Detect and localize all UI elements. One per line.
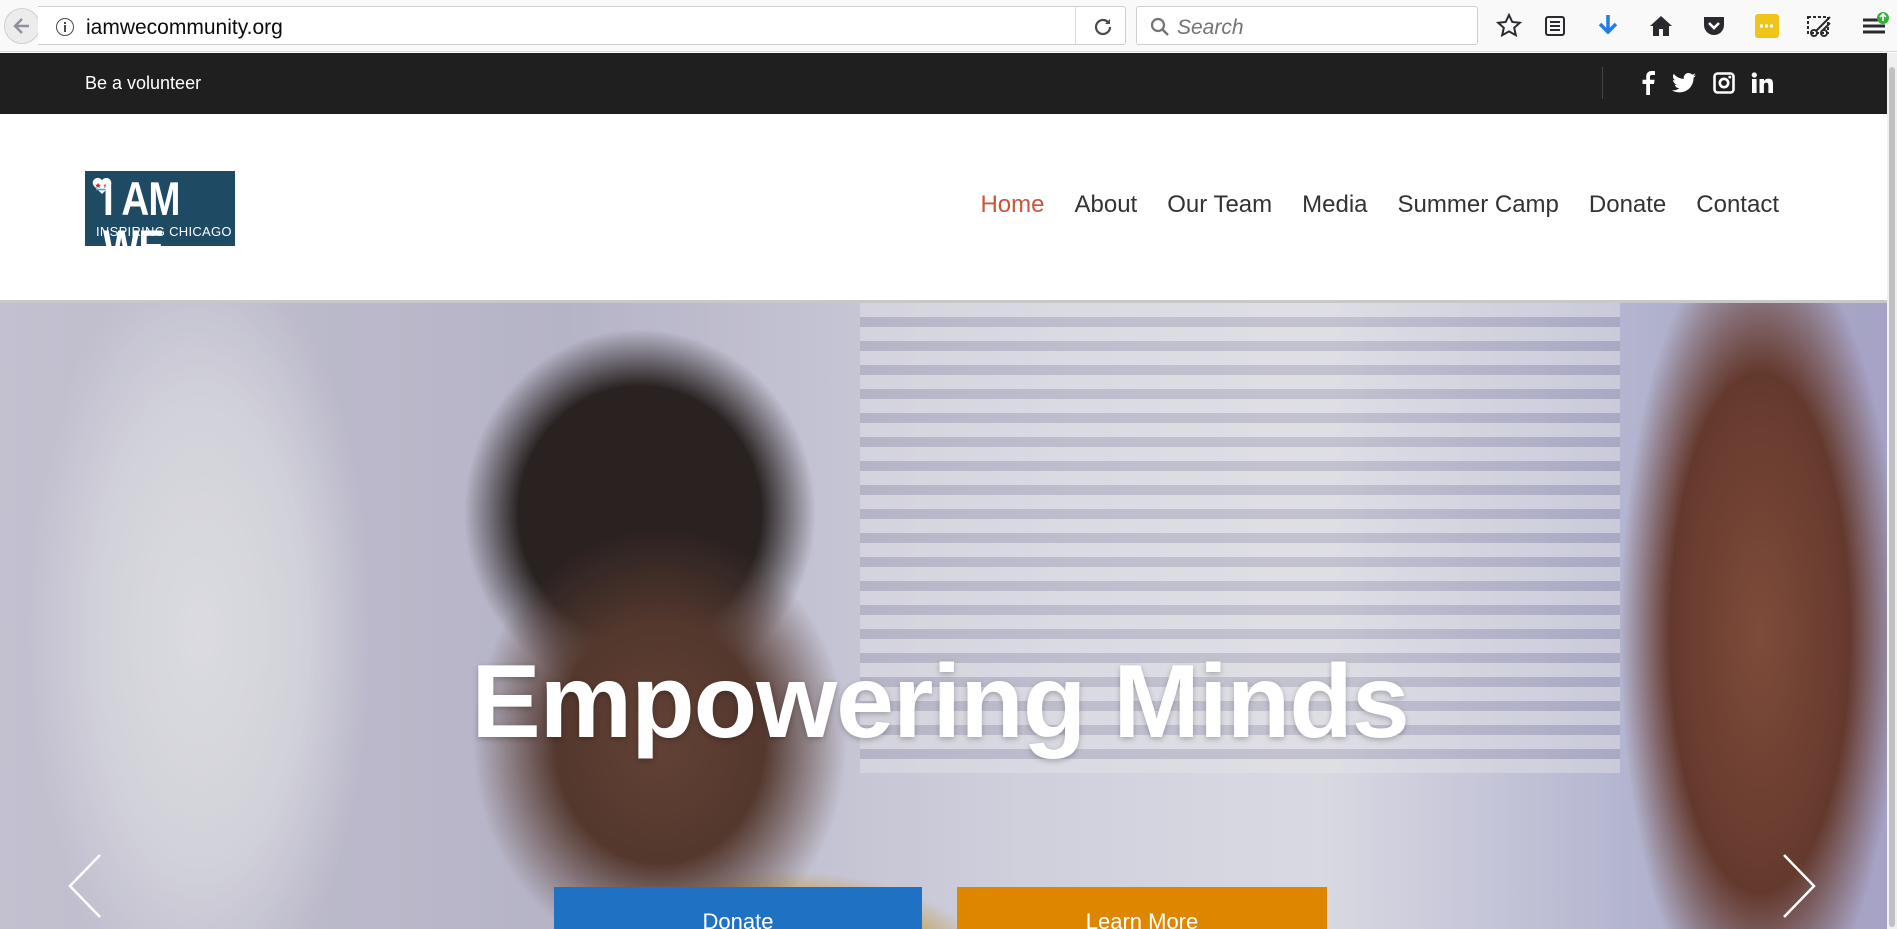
back-icon xyxy=(13,18,29,34)
screenshot-icon[interactable] xyxy=(1804,10,1836,42)
search-input[interactable]: Search xyxy=(1136,6,1478,45)
pocket-icon[interactable] xyxy=(1698,10,1730,42)
nav-item-summer-camp[interactable]: Summer Camp xyxy=(1398,191,1559,219)
site-header: I AM WE INSPIRING CHICAGO Home About Our… xyxy=(0,114,1887,303)
url-text[interactable]: iamwecommunity.org xyxy=(86,16,283,40)
topbar-divider xyxy=(1602,67,1603,99)
nav-item-media[interactable]: Media xyxy=(1302,191,1367,219)
hero-overlay xyxy=(0,303,1887,929)
logo-text: I AM WE xyxy=(103,172,180,273)
scrollbar-thumb[interactable] xyxy=(1889,67,1895,927)
hero-title: Empowering Minds xyxy=(471,644,1409,760)
instagram-icon[interactable] xyxy=(1710,69,1738,97)
hero-learn-more-button[interactable]: Learn More xyxy=(957,887,1327,929)
page-scrollbar[interactable] xyxy=(1887,53,1897,929)
back-button[interactable] xyxy=(4,8,40,44)
facebook-icon[interactable] xyxy=(1634,69,1662,97)
search-icon xyxy=(1150,17,1169,36)
url-bar[interactable]: iamwecommunity.org xyxy=(38,6,1126,45)
download-icon[interactable] xyxy=(1592,10,1624,42)
bookmark-star-icon[interactable] xyxy=(1493,10,1525,42)
top-bar: Be a volunteer xyxy=(0,53,1887,114)
linkedin-icon[interactable] xyxy=(1748,69,1776,97)
nav-item-donate[interactable]: Donate xyxy=(1589,191,1666,219)
reader-view-icon[interactable] xyxy=(1539,10,1571,42)
search-placeholder: Search xyxy=(1177,16,1244,39)
reload-icon[interactable] xyxy=(1091,15,1115,39)
hero-donate-button[interactable]: Donate xyxy=(554,887,922,929)
nav-item-home[interactable]: Home xyxy=(980,191,1044,219)
home-icon[interactable] xyxy=(1645,10,1677,42)
logo-tagline: INSPIRING CHICAGO xyxy=(96,224,232,239)
url-divider xyxy=(1075,7,1076,44)
nav-item-contact[interactable]: Contact xyxy=(1696,191,1779,219)
info-icon[interactable] xyxy=(56,18,74,36)
browser-toolbar: iamwecommunity.org Search xyxy=(0,0,1897,52)
volunteer-link[interactable]: Be a volunteer xyxy=(85,73,201,94)
nav-item-about[interactable]: About xyxy=(1074,191,1137,219)
menu-icon[interactable] xyxy=(1858,10,1890,42)
main-nav: Home About Our Team Media Summer Camp Do… xyxy=(980,191,1779,219)
slider-next-arrow-icon[interactable] xyxy=(1778,851,1818,921)
nav-item-our-team[interactable]: Our Team xyxy=(1167,191,1272,219)
extension-icon[interactable] xyxy=(1751,10,1783,42)
slider-prev-arrow-icon[interactable] xyxy=(66,851,106,921)
logo[interactable]: I AM WE INSPIRING CHICAGO xyxy=(85,171,235,271)
hero-slider: Empowering Minds Donate Learn More xyxy=(0,303,1887,929)
twitter-icon[interactable] xyxy=(1670,69,1698,97)
